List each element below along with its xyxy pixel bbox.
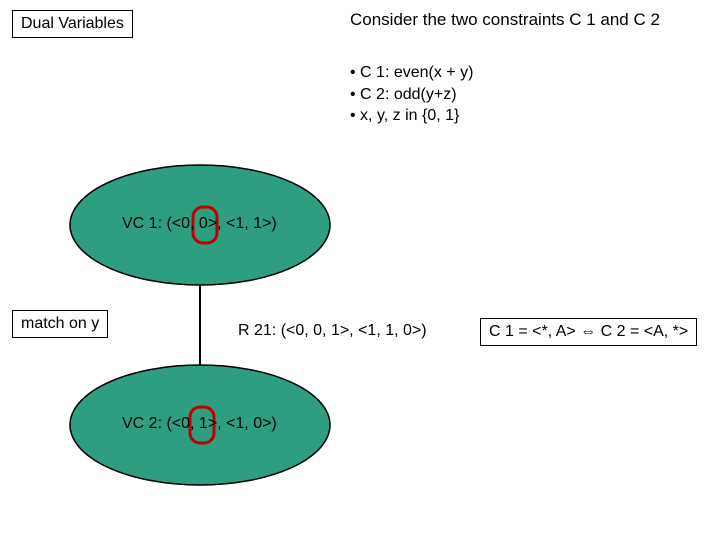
edge-r21-label: R 21: (<0, 0, 1>, <1, 1, 0>) [238,322,427,340]
intro-text: Consider the two constraints C 1 and C 2 [350,10,660,30]
equiv-text: C 1 = <*, A> ⇔ C 2 = <A, *> [489,323,688,340]
title-text: Dual Variables [21,15,124,32]
match-box: match on y [12,310,108,338]
title-box: Dual Variables [12,10,133,38]
constraint-c1: C 1: even(x + y) [350,62,473,84]
constraint-c2: C 2: odd(y+z) [350,84,473,106]
constraint-domain: x, y, z in {0, 1} [350,105,473,127]
constraints-list: C 1: even(x + y) C 2: odd(y+z) x, y, z i… [350,62,473,127]
equiv-box: C 1 = <*, A> ⇔ C 2 = <A, *> [480,318,697,346]
node-vc2-label: VC 2: (<0, 1>, <1, 0>) [122,415,277,433]
node-vc1-label: VC 1: (<0, 0>, <1, 1>) [122,215,277,233]
match-text: match on y [21,315,99,332]
